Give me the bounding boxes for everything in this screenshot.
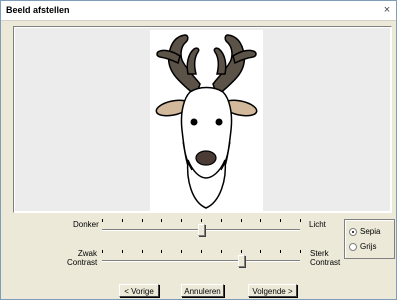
slider-tick bbox=[181, 219, 182, 222]
radio-grijs-label: Grijs bbox=[360, 242, 377, 251]
slider-tick bbox=[300, 250, 301, 253]
close-icon[interactable]: × bbox=[381, 4, 393, 16]
slider-tick bbox=[280, 219, 281, 222]
contrast-right-label: Sterk Contrast bbox=[310, 249, 341, 267]
brightness-left-label: Donker bbox=[73, 220, 99, 229]
slider-tick bbox=[201, 250, 202, 253]
slider-tick bbox=[142, 219, 143, 222]
next-button[interactable]: Volgende > bbox=[248, 284, 297, 297]
slider-tick bbox=[221, 250, 222, 253]
slider-tick bbox=[142, 250, 143, 253]
slider-tick bbox=[241, 219, 242, 222]
slider-tick bbox=[300, 219, 301, 222]
radio-grijs-indicator[interactable] bbox=[349, 243, 357, 251]
right-eye bbox=[215, 118, 223, 126]
radio-sepia-label: Sepia bbox=[360, 227, 381, 236]
slider-tick bbox=[102, 250, 103, 253]
window-title: Beeld afstellen bbox=[6, 5, 70, 15]
contrast-slider-thumb[interactable] bbox=[238, 255, 245, 267]
slider-tick bbox=[122, 250, 123, 253]
slider-tick bbox=[260, 219, 261, 222]
slider-tick bbox=[241, 250, 242, 253]
color-mode-group: Sepia Grijs bbox=[344, 219, 395, 259]
nose bbox=[195, 150, 217, 166]
previous-button[interactable]: < Vorige bbox=[119, 284, 159, 297]
slider-tick bbox=[201, 219, 202, 222]
left-antler-tine-2 bbox=[186, 47, 200, 75]
slider-tick bbox=[122, 219, 123, 222]
slider-tick bbox=[221, 219, 222, 222]
right-antler-tine-2 bbox=[213, 47, 227, 75]
slider-tick bbox=[102, 219, 103, 222]
reindeer-image bbox=[155, 34, 258, 209]
slider-tick bbox=[260, 250, 261, 253]
image-preview-panel bbox=[13, 26, 392, 213]
slider-tick bbox=[161, 219, 162, 222]
slider-tick bbox=[280, 250, 281, 253]
preview-image bbox=[150, 30, 263, 211]
contrast-slider-track[interactable] bbox=[102, 260, 300, 262]
title-bar: Beeld afstellen × bbox=[1, 1, 396, 21]
preview-background bbox=[15, 28, 390, 211]
radio-sepia-indicator[interactable] bbox=[349, 228, 357, 236]
brightness-slider-thumb[interactable] bbox=[198, 224, 205, 236]
slider-tick bbox=[181, 250, 182, 253]
contrast-left-label: Zwak Contrast bbox=[67, 249, 98, 267]
left-eye bbox=[190, 118, 198, 126]
adjust-image-dialog: Beeld afstellen × Donker Licht Zwak Cont… bbox=[0, 0, 397, 300]
slider-tick bbox=[161, 250, 162, 253]
cancel-button[interactable]: Annuleren bbox=[181, 284, 224, 297]
brightness-right-label: Licht bbox=[309, 220, 326, 229]
